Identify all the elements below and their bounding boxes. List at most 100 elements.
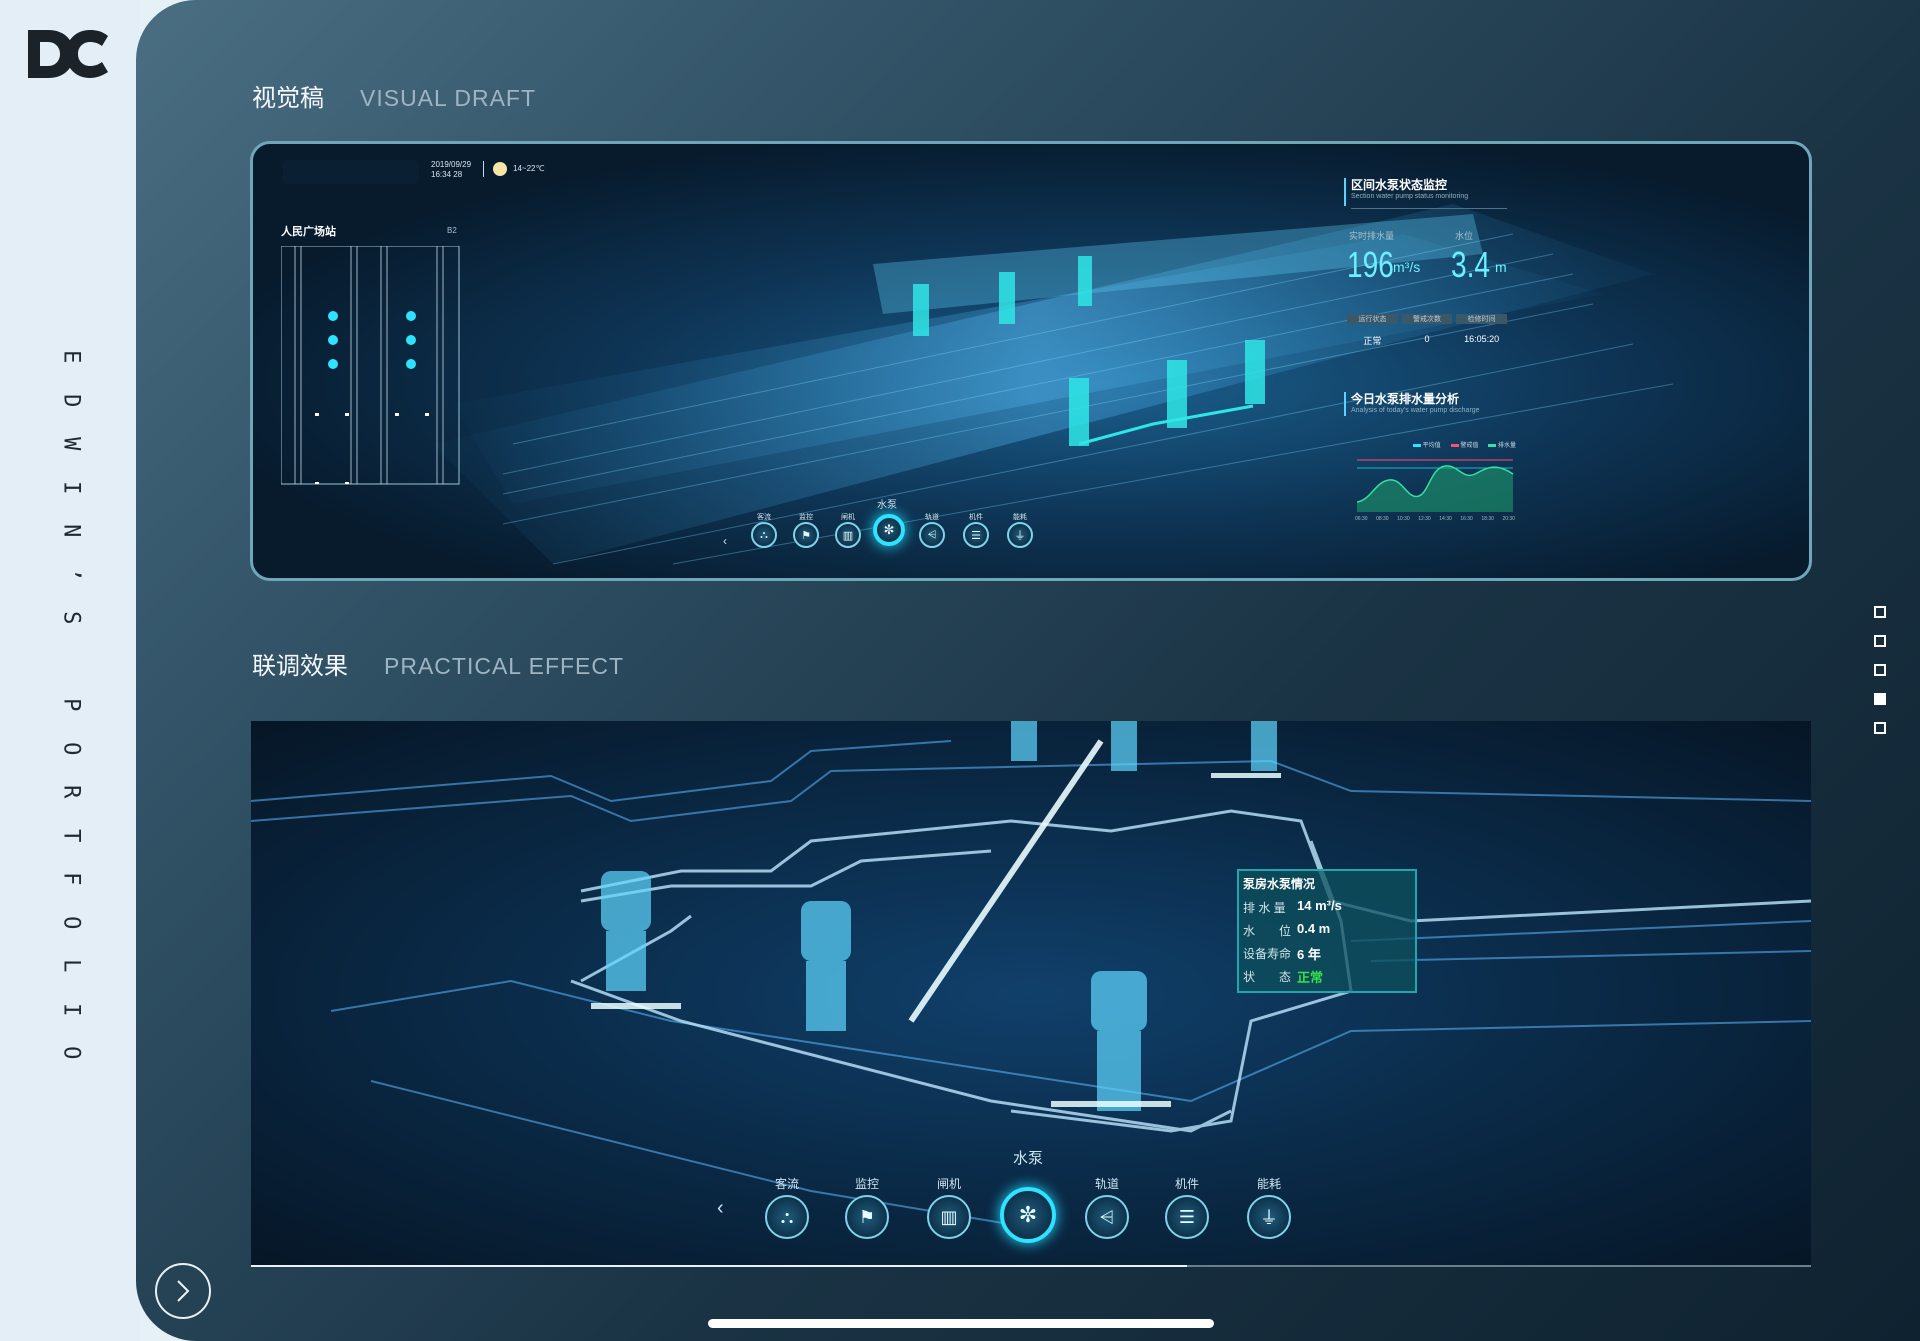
status-ok-value: 正常	[1297, 970, 1324, 985]
water-pump-icon[interactable]: ✼	[1000, 1187, 1056, 1243]
draft-nav-label: 能耗	[1013, 514, 1027, 521]
draft-water-pump-icon[interactable]: ✼	[873, 514, 905, 546]
vertical-title-letter: D	[58, 393, 84, 407]
practical-effect-image: 泵房水泵情况 排 水 量 14 m³/s 水 位 0.4 m 设备寿命 6 年 …	[251, 721, 1811, 1267]
draft-nav-label: 监控	[799, 514, 813, 521]
section-title-cn: 联调效果	[252, 653, 348, 680]
info-card-title: 泵房水泵情况	[1243, 877, 1316, 891]
vertical-title-letter: T	[58, 828, 84, 842]
vertical-title-letter: O	[58, 741, 84, 755]
nav-label: 轨道	[1094, 1177, 1119, 1191]
header-divider	[483, 161, 484, 177]
effect-3d-scene	[251, 721, 1811, 1232]
station-level: B2	[447, 226, 457, 235]
draft-track-icon[interactable]: ⩤	[919, 522, 945, 548]
next-button[interactable]	[155, 1263, 211, 1319]
info-row-label: 设备寿命	[1243, 947, 1292, 961]
machine-icon[interactable]: ☰	[1165, 1195, 1209, 1239]
portfolio-page: E D W I N ’ S P O R T F O L I O 视觉稿 VISUAL DRAFT	[0, 0, 1920, 1341]
draft-nav-label: 机件	[969, 514, 983, 521]
analysis-legend: 平均值 警戒值 排水量	[1413, 440, 1516, 449]
draft-energy-icon[interactable]: ⏚	[1007, 522, 1033, 548]
nav-label: 闸机	[936, 1177, 961, 1191]
pump-panel-subtitle: Section water pump status monitoring	[1351, 193, 1469, 200]
nav-label: 能耗	[1256, 1177, 1281, 1191]
sidebar: E D W I N ’ S P O R T F O L I O	[0, 0, 140, 1341]
panel-divider	[1351, 208, 1507, 209]
nav-prev-icon[interactable]: ‹	[717, 1197, 724, 1220]
draft-machine-icon[interactable]: ☰	[963, 522, 989, 548]
draft-camera-icon[interactable]: ⚑	[793, 522, 819, 548]
pump-status-table-header: 运行状态 警戒次数 检修时间	[1347, 314, 1508, 324]
draft-passenger-flow-icon[interactable]: ⛬	[751, 522, 777, 548]
dc-logo[interactable]	[26, 26, 110, 82]
camera-icon[interactable]: ⚑	[845, 1195, 889, 1239]
info-row-label: 排 水 量	[1243, 901, 1286, 915]
section-title-en: PRACTICAL EFFECT	[384, 653, 625, 679]
pagination-dot[interactable]	[1874, 635, 1886, 647]
station-floor-map	[281, 246, 460, 485]
vertical-portfolio-title: E D W I N ’ S P O R T F O L I O	[56, 335, 86, 1075]
analysis-subtitle: Analysis of today's water pump discharge	[1351, 407, 1480, 414]
pagination-dot[interactable]	[1874, 664, 1886, 676]
section-title-en: VISUAL DRAFT	[360, 85, 537, 111]
info-row-label: 状 态	[1243, 970, 1292, 984]
vertical-title-letter: W	[58, 437, 84, 451]
gate-icon[interactable]: ▥	[927, 1195, 971, 1239]
vertical-title-letter: S	[58, 611, 84, 625]
pagination-dot[interactable]	[1874, 693, 1886, 705]
legend-alert: 警戒值	[1450, 440, 1478, 449]
nav-label: 监控	[854, 1177, 879, 1191]
pump-panel-title: 区间水泵状态监控	[1351, 178, 1448, 192]
analysis-accent-bar	[1344, 392, 1346, 416]
level-label: 水位	[1455, 231, 1474, 241]
brand-badge	[283, 160, 419, 184]
draft-time: 16:34 28	[431, 170, 463, 179]
vertical-title-letter: ’	[58, 567, 84, 581]
nav-label: 客流	[774, 1177, 799, 1191]
draft-nav-prev-icon[interactable]: ‹	[723, 534, 727, 548]
page-pagination	[1874, 606, 1886, 734]
panel-accent-bar	[1344, 178, 1346, 206]
info-row-value: 14 m³/s	[1297, 898, 1342, 913]
vertical-title-letter: L	[58, 959, 84, 973]
pump-status-table-row: 正常 0 16:05:20	[1363, 334, 1500, 346]
info-row-value: 0.4 m	[1297, 921, 1331, 936]
sun-icon	[493, 162, 507, 176]
draft-nav-label: 闸机	[841, 514, 855, 521]
analysis-area-chart	[1357, 459, 1514, 512]
info-row-label: 水 位	[1243, 924, 1292, 938]
draft-nav-label: 客流	[757, 514, 771, 521]
video-progress-bar[interactable]	[251, 1265, 1811, 1267]
realtime-label: 实时排水量	[1349, 231, 1395, 241]
nav-label: 机件	[1174, 1177, 1199, 1191]
pagination-dot[interactable]	[1874, 722, 1886, 734]
vertical-title-letter: I	[58, 480, 84, 494]
draft-gate-icon[interactable]: ▥	[835, 522, 861, 548]
progress-fill	[251, 1265, 1187, 1267]
level-unit: m	[1495, 259, 1507, 275]
energy-icon[interactable]: ⏚	[1247, 1195, 1291, 1239]
vertical-title-letter: F	[58, 872, 84, 886]
track-icon[interactable]: ⩤	[1085, 1195, 1129, 1239]
analysis-title: 今日水泵排水量分析	[1351, 392, 1460, 406]
vertical-title-letter: P	[58, 698, 84, 712]
main-content: 视觉稿 VISUAL DRAFT 2019/09/29 16:34 28 14~…	[136, 0, 1920, 1341]
section-practical-effect-title: 联调效果 PRACTICAL EFFECT	[252, 646, 624, 681]
vertical-title-letter: E	[58, 350, 84, 364]
flow-value: 196	[1347, 244, 1394, 285]
draft-date: 2019/09/29	[431, 160, 472, 169]
passenger-flow-icon[interactable]: ⛬	[765, 1195, 809, 1239]
chevron-right-icon	[177, 1280, 190, 1302]
flow-unit: m³/s	[1393, 259, 1421, 275]
vertical-title-letter: O	[58, 1046, 84, 1060]
legend-discharge: 排水量	[1488, 440, 1516, 449]
station-name: 人民广场站	[281, 226, 336, 238]
home-indicator[interactable]	[708, 1319, 1214, 1328]
draft-weather: 14~22℃	[513, 164, 545, 173]
info-row-value: 6 年	[1297, 947, 1321, 962]
vertical-title-letter: I	[58, 1002, 84, 1016]
vertical-title-letter: N	[58, 524, 84, 538]
pagination-dot[interactable]	[1874, 606, 1886, 618]
level-value: 3.4	[1451, 244, 1491, 285]
